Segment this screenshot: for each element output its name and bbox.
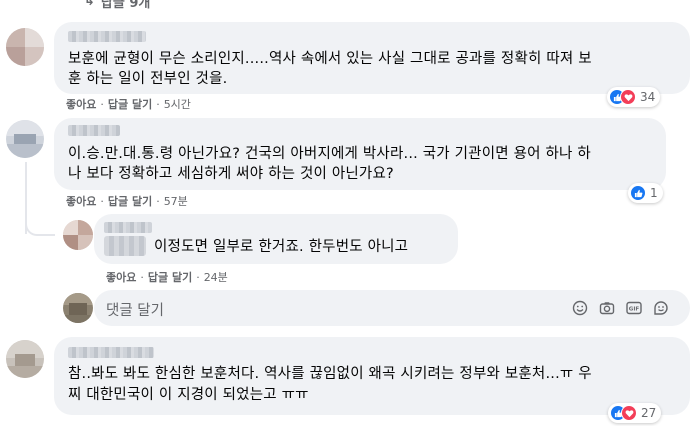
comment-actions: 좋아요 · 답글 달기 · 5시간	[66, 96, 191, 112]
separator: ·	[140, 270, 144, 284]
avatar[interactable]	[6, 28, 44, 66]
separator: ·	[196, 270, 200, 284]
avatar[interactable]	[63, 220, 93, 250]
commenter-name[interactable]	[68, 125, 120, 136]
commenter-name[interactable]	[104, 222, 152, 233]
reply-input[interactable]: 댓글 달기 GIF	[94, 290, 690, 326]
camera-icon[interactable]	[599, 300, 615, 316]
separator: ·	[156, 194, 160, 208]
comment-text: 나 보다 정확하고 세심하게 써야 하는 것이 아닌가요?	[68, 166, 394, 182]
timestamp[interactable]: 57분	[164, 193, 188, 209]
thread-connector	[25, 212, 55, 236]
gif-icon[interactable]: GIF	[626, 300, 642, 316]
commenter-name[interactable]	[68, 347, 154, 358]
separator: ·	[100, 97, 104, 111]
separator: ·	[100, 194, 104, 208]
reaction-count: 1	[650, 186, 658, 200]
comment-text: 참..봐도 봐도 한심한 보훈처다. 역사를 끊임없이 왜곡 시키려는 정부와 …	[68, 366, 592, 382]
comment-text: 보훈에 균형이 무슨 소리인지.....역사 속에서 있는 사실 그대로 공과를…	[68, 51, 592, 67]
reply-button[interactable]: 답글 달기	[108, 193, 152, 209]
reply-input-placeholder: 댓글 달기	[106, 303, 164, 319]
comment-bubble: 이.승.만.대.통.령 아닌가요? 건국의 아버지에게 박사라... 국가 기관…	[54, 118, 666, 190]
view-replies-label: 답글 9개	[100, 0, 151, 11]
reaction-summary[interactable]: 1	[628, 183, 663, 203]
emoji-icon[interactable]	[572, 300, 588, 316]
love-reaction-icon	[620, 89, 636, 105]
separator: ·	[156, 97, 160, 111]
comment-actions: 좋아요 · 답글 달기 · 57분	[66, 193, 188, 209]
svg-text:GIF: GIF	[629, 307, 640, 313]
like-reaction-icon	[630, 185, 646, 201]
like-button[interactable]: 좋아요	[66, 96, 96, 112]
reply-bubble: 이정도면 일부로 한거죠. 한두번도 아니고	[94, 214, 458, 264]
comment-bubble: 보훈에 균형이 무슨 소리인지.....역사 속에서 있는 사실 그대로 공과를…	[54, 22, 690, 94]
comment-text: 찌 대한민국이 이 지경이 되었는고 ㅠㅠ	[68, 387, 309, 403]
avatar[interactable]	[6, 120, 44, 158]
love-reaction-icon	[621, 405, 637, 421]
comment-text: 이.승.만.대.통.령 아닌가요? 건국의 아버지에게 박사라... 국가 기관…	[68, 146, 591, 162]
reaction-summary[interactable]: 34	[607, 87, 661, 107]
like-button[interactable]: 좋아요	[106, 269, 136, 285]
reply-actions: 좋아요 · 답글 달기 · 24분	[106, 269, 228, 285]
reply-button[interactable]: 답글 달기	[148, 269, 192, 285]
comment-text: 훈 하는 일이 전부인 것을.	[68, 71, 228, 87]
timestamp[interactable]: 5시간	[164, 96, 191, 112]
reply-button[interactable]: 답글 달기	[108, 96, 152, 112]
current-user-avatar[interactable]	[63, 293, 93, 323]
view-replies-link[interactable]: ↳ 답글 9개	[84, 0, 150, 11]
comment-bubble: 참..봐도 봐도 한심한 보훈처다. 역사를 끊임없이 왜곡 시키려는 정부와 …	[54, 337, 690, 415]
sticker-icon[interactable]	[653, 300, 669, 316]
reply-arrow-icon: ↳	[84, 0, 95, 9]
like-button[interactable]: 좋아요	[66, 193, 96, 209]
reaction-count: 27	[641, 406, 657, 420]
reaction-count: 34	[640, 90, 656, 104]
commenter-name[interactable]	[68, 31, 146, 42]
avatar[interactable]	[6, 340, 44, 378]
timestamp[interactable]: 24분	[204, 269, 228, 285]
reaction-summary[interactable]: 27	[608, 403, 662, 423]
blurred-text	[104, 236, 146, 256]
reply-text: 이정도면 일부로 한거죠. 한두번도 아니고	[154, 239, 409, 255]
